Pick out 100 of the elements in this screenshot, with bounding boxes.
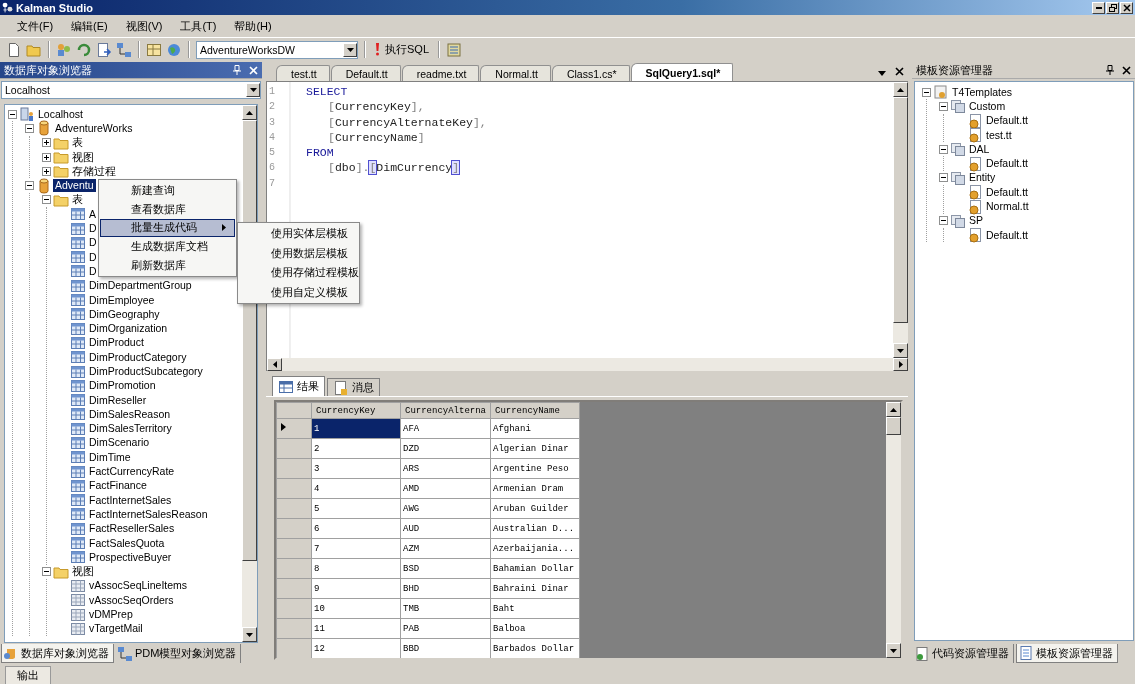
menu-item[interactable]: 查看数据库 [100,199,235,219]
tree-item[interactable]: DimSalesReason [87,407,173,421]
document-tab[interactable]: SqlQuery1.sql* [630,63,734,81]
dropdown-arrow-icon[interactable] [878,71,886,76]
tree-item[interactable]: A [87,207,98,221]
menu-item[interactable]: 刷新数据库 [100,256,235,275]
tree-item[interactable]: DimDepartmentGroup [87,279,194,293]
tree-item[interactable]: T4Templates [950,85,1015,99]
tree-item[interactable]: Default.tt [984,185,1031,199]
tree-item[interactable]: DimProductCategory [87,350,189,364]
scroll-left-button[interactable] [267,358,282,371]
menu-item[interactable]: 文件(F) [8,16,63,36]
tree-item[interactable]: D [87,222,99,235]
tree-item[interactable]: D [87,264,99,278]
diagram-icon[interactable] [116,41,132,58]
tree-item[interactable]: vAssocSeqOrders [87,593,176,607]
expander-icon[interactable] [922,87,931,97]
vertical-scrollbar[interactable] [893,82,908,358]
new-document-icon[interactable] [6,41,22,58]
scroll-up-button[interactable] [893,82,908,97]
menu-item[interactable]: 帮助(H) [225,16,281,36]
tree-item[interactable]: DimScenario [87,436,152,450]
scroll-right-button[interactable] [893,358,908,371]
tree-item[interactable]: Entity [967,171,998,185]
panel-tab[interactable]: 模板资源管理器 [1016,644,1118,663]
tree-item[interactable]: Default.tt [984,228,1031,242]
tree-item[interactable]: DimTime [87,450,133,464]
expander-icon[interactable] [939,173,948,183]
scroll-up-button[interactable] [886,402,901,417]
server-dropdown[interactable]: Localhost [1,81,261,99]
database-dropdown[interactable]: AdventureWorksDW [196,40,358,59]
tree-item[interactable]: FactFinance [87,479,149,493]
tree-item[interactable]: Default.tt [984,157,1031,171]
tree-item[interactable]: Custom [967,99,1008,113]
menu-item[interactable]: 批量生成代码 [100,218,235,238]
tree-item[interactable]: FactSalesQuota [87,536,167,550]
document-tab[interactable]: test.tt [276,65,330,81]
tree-item[interactable]: DimOrganization [87,322,170,336]
execute-button[interactable]: 执行SQL [372,42,432,57]
tree-item[interactable]: Localhost [36,107,85,121]
expander-icon[interactable] [25,181,34,191]
column-header[interactable]: CurrencyName [490,402,580,419]
column-header[interactable]: CurrencyKey [311,402,401,419]
tree-item[interactable]: DimProduct [87,336,146,350]
tree-item[interactable]: 视图 [70,565,96,579]
tree-item[interactable]: vTargetMail [87,622,145,636]
menu-item[interactable]: 新建查询 [100,181,235,200]
menu-item[interactable]: 视图(V) [116,16,172,36]
tree-item[interactable]: vAssocSeqLineItems [87,579,190,593]
expander-icon[interactable] [42,138,51,148]
tree-item[interactable]: DimPromotion [87,379,158,393]
close-button[interactable] [1120,1,1133,14]
tree-item[interactable]: 视图 [70,150,96,164]
output-button[interactable]: 输出 [5,666,51,684]
tree-item[interactable]: Normal.tt [984,200,1031,213]
panel-tab[interactable]: 代码资源管理器 [913,644,1014,663]
tree-item[interactable]: vDMPrep [87,608,135,622]
scroll-down-button[interactable] [893,343,908,358]
scroll-thumb[interactable] [893,97,908,324]
tree-item[interactable]: FactResellerSales [87,522,177,536]
minimize-button[interactable] [1092,1,1105,14]
tree-item[interactable]: DimEmployee [87,293,157,307]
tree-item[interactable]: DimSalesTerritory [87,422,174,436]
column-header[interactable]: CurrencyAlterna [400,402,491,419]
tree-item[interactable]: ProspectiveBuyer [87,550,174,564]
menu-item[interactable]: 生成数据库文档 [100,237,235,257]
tree-item[interactable]: FactInternetSalesReason [87,507,210,521]
tree-item[interactable]: 表 [70,193,85,207]
tree-item[interactable]: DimProductSubcategory [87,365,205,378]
document-tab[interactable]: readme.txt [401,65,480,81]
result-tab[interactable]: 消息 [327,378,380,396]
tree-item[interactable]: DAL [967,142,992,156]
expander-icon[interactable] [42,195,51,205]
expander-icon[interactable] [939,144,948,154]
expander-icon[interactable] [42,567,51,577]
close-icon[interactable] [1122,65,1131,75]
refresh-icon[interactable] [76,41,92,58]
tree-item[interactable]: SP [967,214,985,228]
expander-icon[interactable] [939,101,948,111]
expander-icon[interactable] [939,216,948,226]
panel-tab[interactable]: 数据库对象浏览器 [1,644,114,663]
tree-item[interactable]: DimGeography [87,307,162,321]
tree-item[interactable]: FactCurrencyRate [87,465,177,479]
panel-tab[interactable]: PDM模型对象浏览器 [116,644,242,663]
document-arrow-icon[interactable] [96,41,112,58]
table-icon[interactable] [146,41,162,58]
document-tab[interactable]: Class1.cs* [551,65,630,81]
horizontal-scrollbar[interactable] [266,358,908,371]
expander-icon[interactable] [25,123,34,133]
document-tab[interactable]: Normal.tt [480,65,551,81]
expander-icon[interactable] [42,166,51,176]
pin-icon[interactable] [1106,65,1114,75]
tree-item[interactable]: DimReseller [87,393,149,407]
scroll-thumb[interactable] [886,417,901,436]
result-tab[interactable]: 结果 [272,376,325,396]
vertical-scrollbar[interactable] [886,402,901,658]
menu-item[interactable]: 工具(T) [171,16,226,36]
tree-item[interactable]: AdventureWorks [53,121,135,135]
tree-item[interactable]: FactInternetSales [87,493,174,507]
document-tab[interactable]: Default.tt [330,65,401,81]
